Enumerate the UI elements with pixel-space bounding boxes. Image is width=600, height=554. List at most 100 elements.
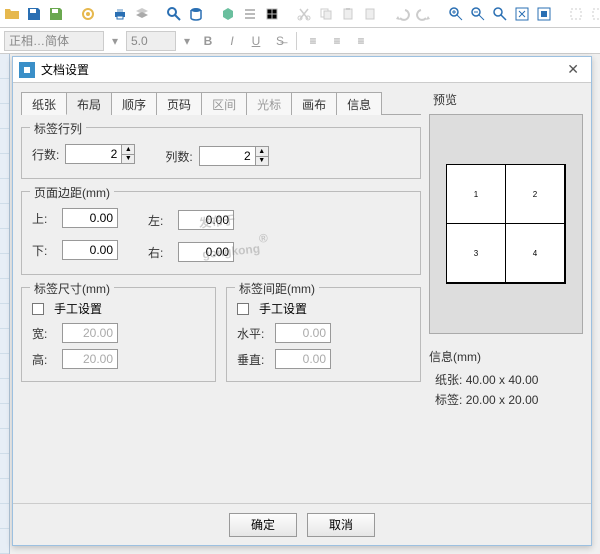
preview-cell: 3 [446,223,506,283]
margin-bottom-input[interactable] [62,240,118,260]
font-toolbar: 正相…简体 ▾ 5.0 ▾ B I U S̶ ≡ ≡ ≡ [0,28,600,54]
redo-icon[interactable] [416,5,432,23]
info-paper-value: 40.00 x 40.00 [466,373,539,387]
margin-top-label: 上: [32,210,56,227]
align-center-button[interactable]: ≡ [327,31,347,51]
group-label-grid: 标签行列 行数: ▲▼ 列数: ▲▼ [21,127,421,179]
preview-paper: 1 2 3 4 [446,164,566,284]
copy-icon[interactable] [318,5,334,23]
group-title: 标签尺寸(mm) [30,280,114,297]
width-input [62,323,118,343]
info-label-label: 标签: [435,393,462,407]
preview-cell: 2 [505,164,565,224]
fit-icon[interactable] [514,5,530,23]
layers-icon[interactable] [134,5,150,23]
group-label-size: 标签尺寸(mm) 手工设置 宽: 高: [21,287,216,382]
cols-spinner[interactable]: ▲▼ [255,146,269,166]
manual-gap-checkbox[interactable] [237,303,249,315]
group-label-gap: 标签间距(mm) 手工设置 水平: 垂直: [226,287,421,382]
tab-cursor[interactable]: 光标 [246,92,292,115]
bold-button[interactable]: B [198,31,218,51]
dialog-right-column: 预览 1 2 3 4 信息(mm) 纸张: 40.00 x 40.00 标签: … [429,91,583,495]
info-paper-row: 纸张: 40.00 x 40.00 [429,371,583,388]
rows-input[interactable] [65,144,121,164]
info-panel: 信息(mm) 纸张: 40.00 x 40.00 标签: 20.00 x 20.… [429,348,583,408]
margin-top-input[interactable] [62,208,118,228]
document-settings-dialog: 文档设置 ✕ 纸张 布局 顺序 页码 区间 光标 画布 信息 标签行列 行数: [12,56,592,546]
align-left-button[interactable]: ≡ [303,31,323,51]
margin-bottom-label: 下: [32,242,56,259]
paste2-icon[interactable] [362,5,378,23]
group-margins: 页面边距(mm) 上: 左: 下: [21,191,421,275]
align-right-button[interactable]: ≡ [351,31,371,51]
rows-spinner[interactable]: ▲▼ [121,144,135,164]
font-name-value: 正相…简体 [9,32,69,49]
info-label-value: 20.00 x 20.00 [466,393,539,407]
cube-icon[interactable] [220,5,236,23]
tab-canvas[interactable]: 画布 [291,92,337,115]
tab-paper[interactable]: 纸张 [21,92,67,115]
rows-label: 行数: [32,146,59,163]
vert-label: 垂直: [237,351,269,368]
save-icon[interactable] [26,5,42,23]
preview-cell: 1 [446,164,506,224]
underline-button[interactable]: U [246,31,266,51]
dialog-left-column: 纸张 布局 顺序 页码 区间 光标 画布 信息 标签行列 行数: ▲▼ [21,91,421,495]
dialog-title: 文档设置 [41,61,89,78]
dialog-button-row: 确定 取消 [13,503,591,545]
list-icon[interactable] [242,5,258,23]
print-icon[interactable] [112,5,128,23]
cols-label: 列数: [165,148,192,165]
main-toolbar [0,0,600,28]
horiz-label: 水平: [237,325,269,342]
preview-box: 1 2 3 4 [429,114,583,334]
dialog-body: 纸张 布局 顺序 页码 区间 光标 画布 信息 标签行列 行数: ▲▼ [13,83,591,503]
margin-right-input[interactable] [178,242,234,262]
fit2-icon[interactable] [536,5,552,23]
font-size-value: 5.0 [131,34,148,48]
font-name-dropdown-icon[interactable]: ▾ [108,34,122,48]
cols-input[interactable] [199,146,255,166]
dialog-icon [19,62,35,78]
margin-left-input[interactable] [178,210,234,230]
zoom-region-icon[interactable] [492,5,508,23]
ok-button[interactable]: 确定 [229,513,297,537]
export-icon[interactable] [48,5,64,23]
group-title: 标签行列 [30,120,86,137]
tab-order[interactable]: 顺序 [111,92,157,115]
vert-input [275,349,331,369]
height-label: 高: [32,351,56,368]
zoom-icon[interactable] [166,5,182,23]
info-label-row: 标签: 20.00 x 20.00 [429,391,583,408]
paste-icon[interactable] [340,5,356,23]
horiz-input [275,323,331,343]
zoom-out-icon[interactable] [470,5,486,23]
gear-icon[interactable] [80,5,96,23]
margin-left-label: 左: [148,212,172,229]
font-name-select[interactable]: 正相…简体 [4,31,104,51]
manual-size-checkbox[interactable] [32,303,44,315]
height-input [62,349,118,369]
sel1-icon[interactable] [568,5,584,23]
grid-icon[interactable] [264,5,280,23]
tab-info[interactable]: 信息 [336,92,382,115]
cancel-button[interactable]: 取消 [307,513,375,537]
close-icon[interactable]: ✕ [561,61,585,78]
sel2-icon[interactable] [590,5,600,23]
strike-button[interactable]: S̶ [270,31,290,51]
zoom-in-icon[interactable] [448,5,464,23]
tab-page-number[interactable]: 页码 [156,92,202,115]
tab-bar: 纸张 布局 顺序 页码 区间 光标 画布 信息 [21,91,421,115]
tab-layout[interactable]: 布局 [66,92,112,115]
font-size-dropdown-icon[interactable]: ▾ [180,34,194,48]
toolbar-separator [296,32,297,50]
undo-icon[interactable] [394,5,410,23]
italic-button[interactable]: I [222,31,242,51]
cut-icon[interactable] [296,5,312,23]
database-icon[interactable] [188,5,204,23]
open-icon[interactable] [4,5,20,23]
manual-size-label: 手工设置 [54,300,102,317]
preview-cell: 4 [505,223,565,283]
font-size-select[interactable]: 5.0 [126,31,176,51]
tab-range[interactable]: 区间 [201,92,247,115]
